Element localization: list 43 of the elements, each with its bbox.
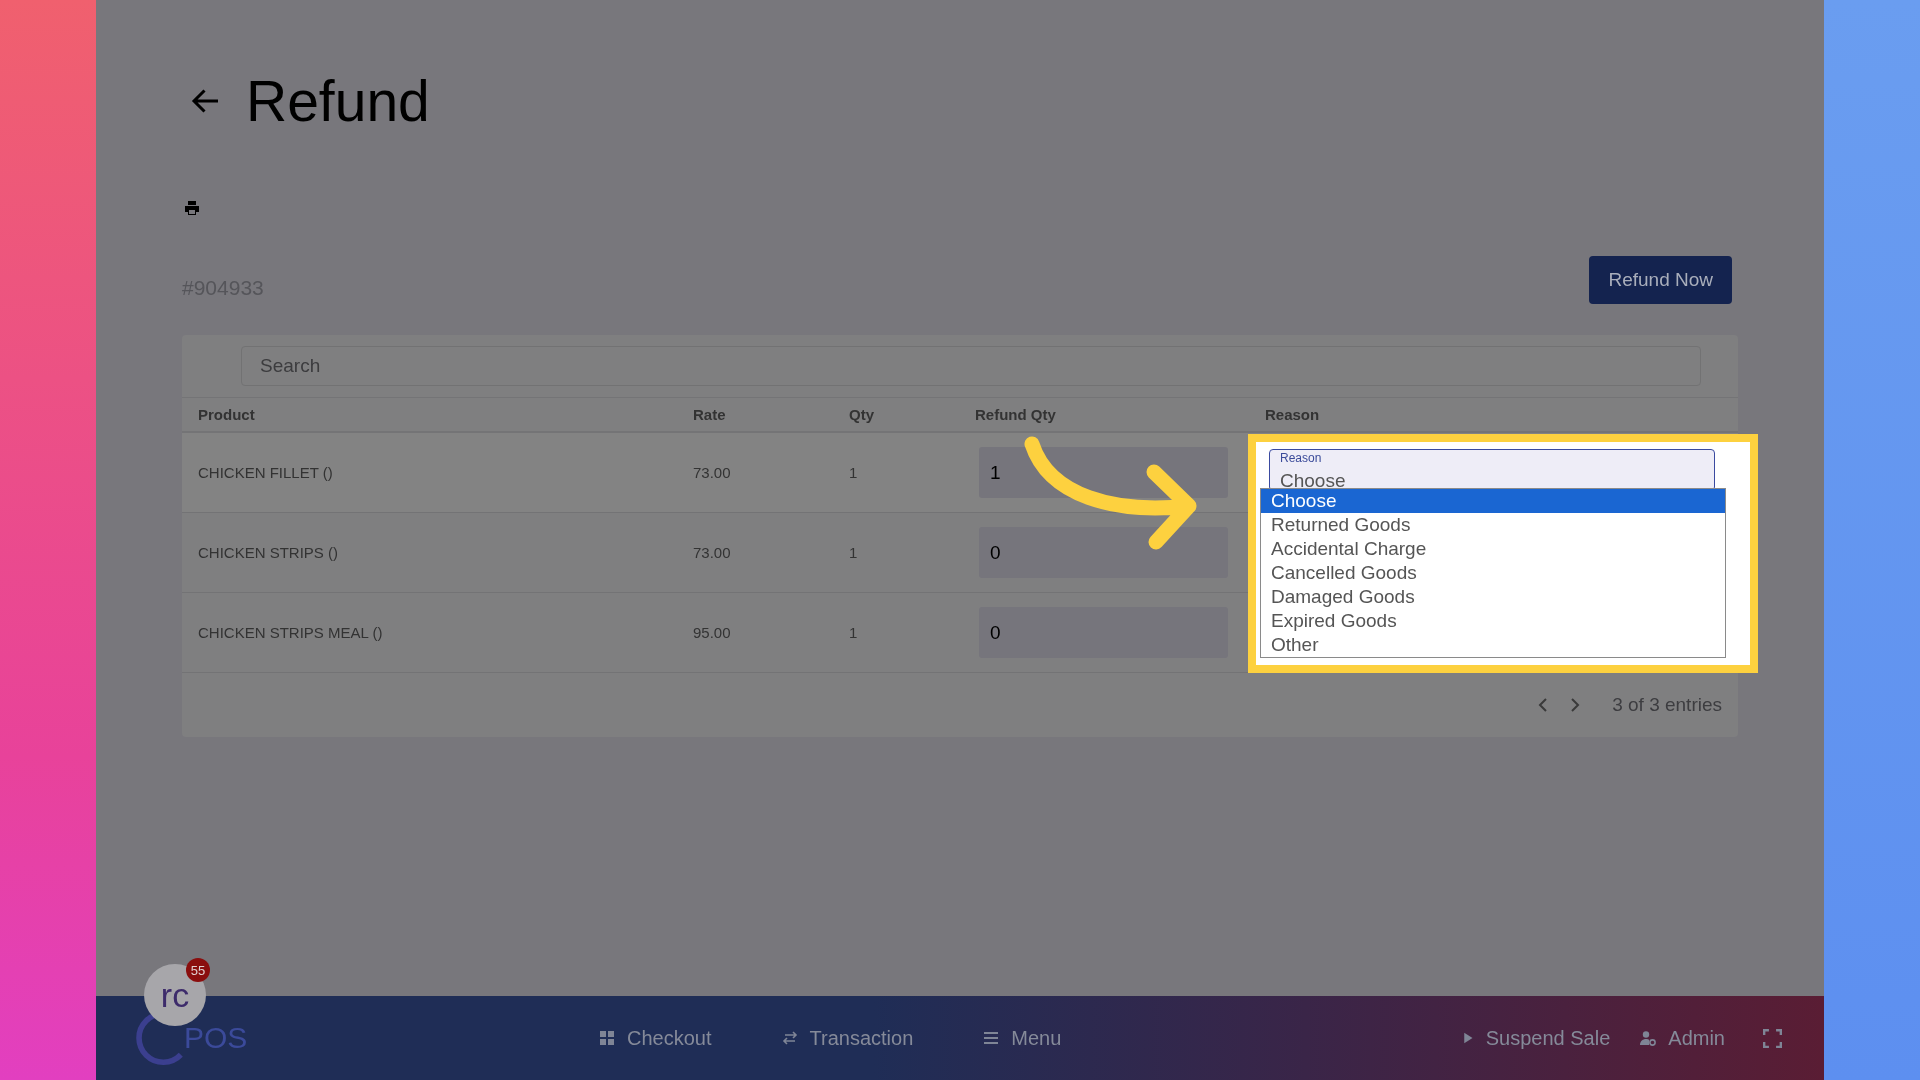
table-cell-text: 95.00 (693, 624, 732, 641)
print-icon[interactable] (184, 200, 200, 216)
menu-icon (983, 1030, 1000, 1046)
table-cell-text: 1 (849, 544, 859, 561)
nav-item[interactable]: Transaction (781, 1026, 914, 1050)
fullscreen-icon (1763, 1028, 1782, 1048)
toolbar-button[interactable]: Admin (1640, 1026, 1725, 1050)
toolbar-button[interactable]: Suspend Sale (1461, 1026, 1611, 1050)
column-header: Product (198, 406, 256, 423)
table-cell-text: 73.00 (693, 544, 732, 561)
column-header: Qty (849, 406, 875, 423)
table-cell-text: 73.00 (693, 464, 732, 481)
table-cell-text: 1 (849, 624, 859, 641)
dropdown-option[interactable]: Returned Goods (1261, 513, 1725, 537)
user-gear-icon (1640, 1030, 1657, 1046)
next-page-icon[interactable] (1570, 697, 1581, 713)
dropdown-option[interactable]: Damaged Goods (1261, 585, 1725, 609)
column-header: Refund Qty (975, 406, 1057, 423)
column-header: Reason (1265, 406, 1321, 423)
table-cell-text: CHICKEN STRIPS () (198, 544, 339, 561)
previous-page-icon[interactable] (1538, 697, 1549, 713)
dropdown-option[interactable]: Accidental Charge (1261, 537, 1725, 561)
grid-icon (599, 1030, 615, 1046)
dropdown-option[interactable]: Other (1261, 633, 1725, 657)
play-icon (1461, 1032, 1474, 1044)
table-cell-text: CHICKEN FILLET () (198, 464, 334, 481)
search-field[interactable]: Search (241, 346, 1701, 386)
nav-item[interactable]: Checkout (599, 1026, 712, 1050)
dropdown-option[interactable]: Cancelled Goods (1261, 561, 1725, 585)
table-cell-text: CHICKEN STRIPS MEAL () (198, 624, 384, 641)
page-title: Refund (246, 68, 430, 134)
dropdown-option[interactable]: Expired Goods (1261, 609, 1725, 633)
notification-badge: 55 (186, 958, 210, 982)
dropdown-option[interactable]: Choose (1261, 489, 1725, 513)
column-header: Rate (693, 406, 727, 423)
refund-qty-field[interactable]: 0 (979, 527, 1228, 578)
swap-arrows-icon (781, 1030, 798, 1046)
refund-now-button[interactable]: Refund Now (1589, 256, 1732, 304)
nav-item[interactable]: Menu (983, 1026, 1062, 1050)
entries-count: 3 of 3 entries (1612, 694, 1722, 716)
reason-select[interactable]: Reason Choose (1269, 449, 1715, 491)
table-cell-text: 1 (849, 464, 859, 481)
refund-qty-field[interactable]: 0 (979, 607, 1228, 658)
